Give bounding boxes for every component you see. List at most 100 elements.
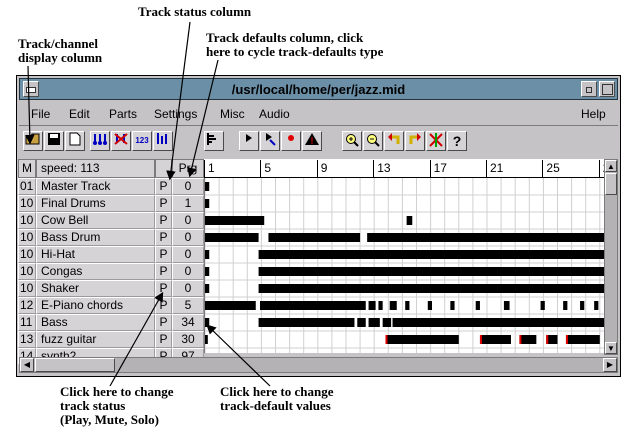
channel-column-header[interactable]: M [18, 159, 36, 178]
note-block[interactable] [392, 318, 606, 327]
note-block[interactable] [479, 335, 511, 344]
track-status-cell[interactable]: P [155, 263, 172, 280]
speed-display[interactable]: speed: 113 [36, 159, 155, 178]
track-status-cell[interactable]: P [155, 331, 172, 348]
track-channel-cell[interactable]: 10 [18, 246, 36, 263]
note-block[interactable] [368, 301, 376, 310]
track-timeline-grid[interactable] [204, 178, 606, 353]
track-name-cell[interactable]: fuzz guitar [36, 331, 155, 348]
note-block[interactable] [258, 267, 606, 276]
velocity-icon[interactable] [153, 131, 173, 151]
track-name-cell[interactable]: Shaker [36, 280, 155, 297]
note-block[interactable] [427, 301, 433, 310]
note-block[interactable] [368, 318, 380, 327]
track-default-value-cell[interactable]: 0 [172, 229, 204, 246]
window-menu-button[interactable] [23, 81, 39, 97]
menu-audio[interactable]: Audio [259, 107, 290, 121]
note-block[interactable] [378, 301, 383, 310]
defaults-column-header[interactable]: Prg [172, 159, 204, 178]
track-default-value-cell[interactable]: 1 [172, 195, 204, 212]
scroll-up-icon[interactable]: ▲ [605, 160, 617, 172]
note-block[interactable] [563, 301, 568, 310]
track-status-cell[interactable]: P [155, 314, 172, 331]
note-block[interactable] [205, 335, 208, 344]
track-name-cell[interactable]: E-Piano chords [36, 297, 155, 314]
title-bar[interactable]: /usr/local/home/per/jazz.mid [19, 78, 618, 100]
track-status-cell[interactable]: P [155, 229, 172, 246]
note-block[interactable] [205, 199, 210, 208]
track-default-value-cell[interactable]: 0 [172, 263, 204, 280]
note-block[interactable] [268, 233, 361, 242]
track-channel-cell[interactable]: 12 [18, 297, 36, 314]
note-block[interactable] [205, 233, 259, 242]
track-name-cell[interactable]: Hi-Hat [36, 246, 155, 263]
play-icon[interactable] [239, 131, 259, 151]
shuffle-icon[interactable] [426, 131, 446, 151]
menu-misc[interactable]: Misc [220, 107, 245, 121]
note-block[interactable] [258, 318, 355, 327]
menu-settings[interactable]: Settings [154, 107, 197, 121]
menu-parts[interactable]: Parts [109, 107, 137, 121]
note-block[interactable] [519, 335, 537, 344]
track-default-value-cell[interactable]: 34 [172, 314, 204, 331]
note-block[interactable] [406, 216, 413, 225]
zoom-in-icon[interactable] [342, 131, 362, 151]
note-block[interactable] [594, 301, 599, 310]
track-name-cell[interactable]: Congas [36, 263, 155, 280]
quantize-notes-icon[interactable] [90, 131, 110, 151]
track-name-cell[interactable]: Final Drums [36, 195, 155, 212]
note-block[interactable] [540, 301, 545, 310]
track-name-cell[interactable]: Master Track [36, 178, 155, 195]
delete-notes-icon[interactable] [111, 131, 131, 151]
track-status-cell[interactable]: P [155, 178, 172, 195]
horizontal-scrollbar[interactable]: ◀ ▶ [19, 357, 618, 373]
vertical-scrollbar[interactable]: ▲ ▼ [604, 159, 618, 355]
note-block[interactable] [503, 301, 510, 310]
track-status-cell[interactable]: P [155, 246, 172, 263]
track-channel-cell[interactable]: 10 [18, 195, 36, 212]
note-block[interactable] [205, 250, 210, 259]
note-block[interactable] [357, 318, 366, 327]
note-block[interactable] [382, 318, 392, 327]
new-file-icon[interactable] [65, 131, 85, 151]
track-status-cell[interactable]: P [155, 195, 172, 212]
track-channel-cell[interactable]: 01 [18, 178, 36, 195]
track-channel-cell[interactable]: 10 [18, 280, 36, 297]
redo-icon[interactable] [405, 131, 425, 151]
note-block[interactable] [450, 301, 455, 310]
menu-file[interactable]: File [31, 107, 50, 121]
transpose-123-icon[interactable]: 123 [132, 131, 152, 151]
note-block[interactable] [259, 301, 366, 310]
note-block[interactable] [205, 267, 210, 276]
horizontal-scroll-thumb[interactable] [35, 358, 115, 372]
track-channel-cell[interactable]: 10 [18, 263, 36, 280]
note-block[interactable] [205, 182, 210, 191]
note-block[interactable] [258, 284, 606, 293]
help-question-icon[interactable]: ? [447, 131, 467, 151]
track-default-value-cell[interactable]: 30 [172, 331, 204, 348]
bar-ruler[interactable]: 1591317212529 [204, 159, 616, 178]
mixer-icon[interactable] [204, 131, 224, 151]
vertical-scroll-thumb[interactable] [605, 173, 617, 195]
track-channel-cell[interactable]: 11 [18, 314, 36, 331]
track-name-cell[interactable]: Bass Drum [36, 229, 155, 246]
maximize-button[interactable] [599, 81, 615, 97]
track-status-cell[interactable]: P [155, 297, 172, 314]
note-block[interactable] [205, 318, 210, 327]
note-block[interactable] [565, 335, 600, 344]
track-channel-cell[interactable]: 13 [18, 331, 36, 348]
track-default-value-cell[interactable]: 0 [172, 246, 204, 263]
track-channel-cell[interactable]: 10 [18, 229, 36, 246]
note-block[interactable] [258, 250, 606, 259]
note-block[interactable] [205, 301, 256, 310]
note-block[interactable] [205, 284, 210, 293]
note-block[interactable] [580, 301, 585, 310]
track-name-cell[interactable]: Bass [36, 314, 155, 331]
menu-help[interactable]: Help [581, 107, 606, 121]
track-name-cell[interactable]: Cow Bell [36, 212, 155, 229]
scroll-right-icon[interactable]: ▶ [603, 358, 617, 372]
note-block[interactable] [382, 233, 606, 242]
scroll-left-icon[interactable]: ◀ [20, 358, 34, 372]
minimize-button[interactable] [581, 81, 597, 97]
track-status-cell[interactable]: P [155, 212, 172, 229]
